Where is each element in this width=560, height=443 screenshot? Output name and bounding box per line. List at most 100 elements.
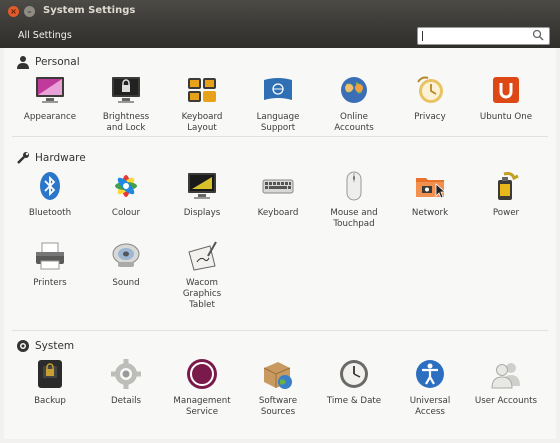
- item-user-accounts[interactable]: User Accounts: [468, 358, 544, 407]
- item-label-2: Access: [415, 407, 445, 417]
- item-label-2: Sources: [260, 407, 296, 417]
- item-displays[interactable]: Displays: [164, 170, 240, 219]
- universal-access-icon: [416, 360, 444, 388]
- bluetooth-icon: [40, 172, 60, 200]
- section-label: Personal: [35, 56, 80, 68]
- item-keyboard[interactable]: Keyboard: [240, 170, 316, 219]
- item-label: Bluetooth: [28, 208, 72, 218]
- item-label-2: Support: [260, 123, 296, 133]
- item-software-sources[interactable]: Software Sources: [240, 358, 316, 418]
- item-details[interactable]: Details: [88, 358, 164, 407]
- window-title: System Settings: [43, 5, 136, 16]
- item-label: Brightness: [102, 112, 150, 122]
- sound-icon: [112, 243, 140, 267]
- item-label: Ubuntu One: [479, 112, 533, 122]
- item-label-2: Layout: [187, 123, 217, 133]
- item-label: Displays: [183, 208, 221, 218]
- keyboard-icon: [262, 179, 294, 194]
- section-divider: [12, 330, 548, 331]
- item-label: Network: [411, 208, 449, 218]
- management-service-icon: [187, 359, 217, 389]
- item-universal-access[interactable]: Universal Access: [392, 358, 468, 418]
- item-label-2: Touchpad: [333, 219, 375, 229]
- section-label: System: [35, 340, 75, 352]
- title-bar: × – System Settings: [0, 0, 560, 24]
- item-keyboard-layout[interactable]: Keyboard Layout: [164, 74, 240, 134]
- software-sources-icon: [263, 362, 292, 389]
- search-input[interactable]: [417, 27, 550, 45]
- ubuntu-one-icon: [493, 77, 519, 103]
- item-label: Keyboard: [257, 208, 299, 218]
- wacom-tablet-icon: [188, 241, 217, 271]
- item-printers[interactable]: Printers: [12, 240, 88, 289]
- section-divider: [12, 136, 548, 137]
- settings-panel: Personal Appearance Brightness and Lock K…: [4, 48, 556, 439]
- item-label-3: Tablet: [189, 300, 215, 310]
- network-icon: [416, 178, 447, 199]
- item-language-support[interactable]: Language Support: [240, 74, 316, 134]
- minimize-window-button[interactable]: –: [24, 6, 35, 17]
- item-brightness-lock[interactable]: Brightness and Lock: [88, 74, 164, 134]
- gear-icon: [17, 340, 29, 352]
- item-label-2: Graphics: [182, 289, 222, 299]
- toolbar: All Settings: [0, 24, 560, 48]
- wrench-icon: [17, 152, 29, 164]
- item-label: Time & Date: [326, 396, 382, 406]
- item-bluetooth[interactable]: Bluetooth: [12, 170, 88, 219]
- mouse-icon: [346, 171, 362, 201]
- item-label: Colour: [111, 208, 141, 218]
- system-settings-window: × – System Settings All Settings Persona…: [0, 0, 560, 443]
- item-ubuntu-one[interactable]: Ubuntu One: [468, 74, 544, 123]
- colour-icon: [115, 175, 137, 197]
- item-label: Power: [492, 208, 520, 218]
- keyboard-layout-icon: [188, 78, 216, 102]
- item-time-date[interactable]: Time & Date: [316, 358, 392, 407]
- item-backup[interactable]: Backup: [12, 358, 88, 407]
- item-label: Details: [110, 396, 142, 406]
- person-icon: [17, 56, 29, 69]
- item-label-2: and Lock: [106, 123, 146, 133]
- backup-icon: [38, 360, 62, 388]
- item-colour[interactable]: Colour: [88, 170, 164, 219]
- item-label-2: Accounts: [334, 123, 374, 133]
- minimize-icon: –: [27, 7, 32, 16]
- item-wacom-tablet[interactable]: Wacom Graphics Tablet: [164, 240, 240, 311]
- appearance-icon: [36, 77, 64, 103]
- item-sound[interactable]: Sound: [88, 240, 164, 289]
- text-cursor: [422, 31, 423, 41]
- item-label: Keyboard: [181, 112, 223, 122]
- all-settings-button[interactable]: All Settings: [12, 27, 78, 44]
- item-network[interactable]: Network: [392, 170, 468, 219]
- item-label: Backup: [34, 396, 66, 406]
- search-icon: [532, 29, 544, 41]
- item-mouse-touchpad[interactable]: Mouse and Touchpad: [316, 170, 392, 230]
- close-window-button[interactable]: ×: [8, 6, 19, 17]
- item-privacy[interactable]: Privacy: [392, 74, 468, 123]
- item-label: Software: [258, 396, 298, 406]
- printer-icon: [36, 242, 64, 270]
- item-label: Sound: [112, 278, 140, 288]
- item-label: Online: [339, 112, 369, 122]
- item-label: Mouse and: [330, 208, 378, 218]
- item-label: User Accounts: [474, 396, 538, 406]
- item-power[interactable]: Power: [468, 170, 544, 219]
- privacy-icon: [417, 76, 443, 103]
- item-appearance[interactable]: Appearance: [12, 74, 88, 123]
- item-label: Privacy: [414, 112, 446, 122]
- item-online-accounts[interactable]: Online Accounts: [316, 74, 392, 134]
- item-label-2: Service: [185, 407, 219, 417]
- clock-icon: [340, 360, 368, 388]
- details-gear-icon: [111, 359, 141, 389]
- user-accounts-icon: [491, 363, 520, 389]
- close-icon: ×: [10, 7, 17, 16]
- power-icon: [498, 172, 519, 200]
- item-label: Management: [173, 396, 231, 406]
- brightness-lock-icon: [112, 77, 140, 103]
- item-label: Appearance: [23, 112, 77, 122]
- item-label: Printers: [33, 278, 67, 288]
- item-management-service[interactable]: Management Service: [164, 358, 240, 418]
- displays-icon: [188, 173, 216, 199]
- online-accounts-icon: [341, 77, 367, 103]
- section-label: Hardware: [35, 152, 86, 164]
- item-label: Wacom: [186, 278, 218, 288]
